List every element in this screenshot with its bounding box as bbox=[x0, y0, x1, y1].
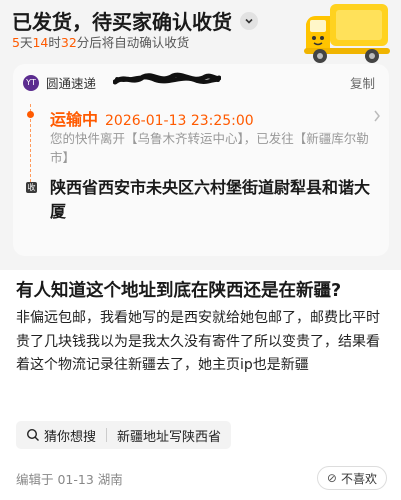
transit-description: 您的快件离开【乌鲁木齐转运中心】，已发往【新疆库尔勒市】 bbox=[50, 131, 369, 165]
courier-name: 圆通速递 bbox=[46, 76, 97, 91]
tag-guess-search[interactable]: 猜你想搜 bbox=[16, 421, 106, 449]
courier-logo-icon: YT bbox=[23, 74, 39, 91]
truck-illustration bbox=[304, 4, 390, 63]
order-status-title[interactable]: 已发货，待买家确认收货 bbox=[12, 6, 258, 35]
transit-time: 2026-01-13 23:25:00 bbox=[105, 113, 254, 129]
tag-label: 猜你想搜 bbox=[44, 429, 97, 445]
tag-xinjiang-address[interactable]: 新疆地址写陕西省 bbox=[107, 421, 231, 449]
post-body: 非偏远包邮，我看她写的是西安就给她包邮了，邮费比平时贵了几块钱我以为是我太久没有… bbox=[16, 310, 380, 373]
tracking-number-redacted bbox=[113, 72, 221, 85]
address-marker-icon: 收 bbox=[26, 182, 37, 193]
chevron-down-icon[interactable] bbox=[240, 11, 258, 30]
delivery-address: 陕西省西安市未央区六村堡街道尉犁县和谐大厦 bbox=[50, 178, 371, 221]
copy-button[interactable]: 复制 bbox=[350, 73, 375, 92]
transit-status-row: 运输中 2026-01-13 23:25:00 bbox=[50, 106, 254, 130]
timeline-dot bbox=[27, 111, 34, 118]
order-status-text: 已发货，待买家确认收货 bbox=[12, 10, 232, 34]
related-search-tags: 猜你想搜 新疆地址写陕西省 bbox=[16, 421, 232, 449]
logistics-card[interactable]: YT 圆通速递 复制 运输中 2026-01-13 23:25:00 您的快件离… bbox=[13, 64, 389, 256]
transit-status: 运输中 bbox=[50, 110, 99, 129]
post-title: 有人知道这个地址到底在陕西还是在新疆? bbox=[16, 281, 342, 301]
auto-confirm-countdown: 5天14时32分后将自动确认收货 bbox=[12, 35, 190, 50]
countdown-hours: 14 bbox=[32, 35, 49, 50]
dislike-button[interactable]: ⊘ 不喜欢 bbox=[316, 466, 387, 490]
courier-row: YT 圆通速递 bbox=[23, 73, 96, 92]
search-icon bbox=[26, 428, 39, 441]
countdown-days: 5 bbox=[12, 35, 20, 50]
countdown-minutes: 32 bbox=[60, 35, 77, 50]
tag-label: 新疆地址写陕西省 bbox=[117, 429, 222, 445]
dislike-label: 不喜欢 bbox=[340, 471, 377, 486]
chevron-right-icon[interactable] bbox=[373, 110, 381, 122]
edited-info: 编辑于 01-13 湖南 bbox=[16, 472, 123, 487]
dislike-icon: ⊘ bbox=[326, 471, 337, 485]
